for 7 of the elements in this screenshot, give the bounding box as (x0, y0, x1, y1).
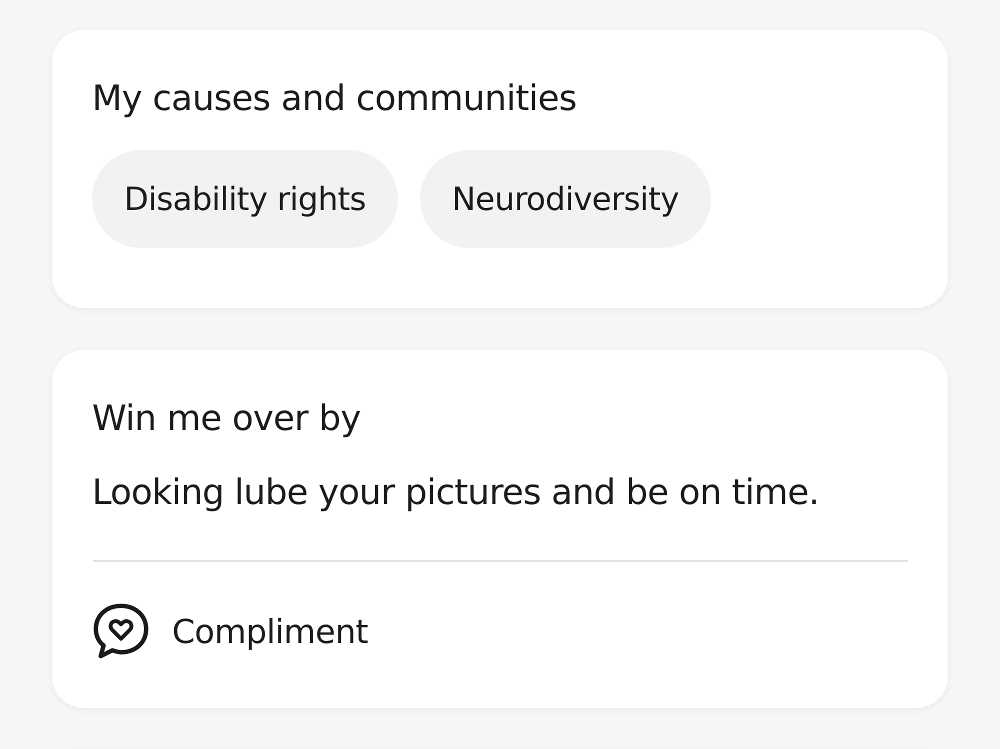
answer-text: Looking lube your pictures and be on time. (92, 472, 820, 515)
card-title: Win me over by (92, 398, 362, 441)
tag-chip: Disability rights (92, 150, 398, 248)
card-title: My causes and communities (92, 78, 578, 121)
compliment-button[interactable]: Compliment (92, 602, 368, 660)
heart-chat-icon (92, 602, 150, 660)
tag-chip: Neurodiversity (420, 150, 711, 248)
